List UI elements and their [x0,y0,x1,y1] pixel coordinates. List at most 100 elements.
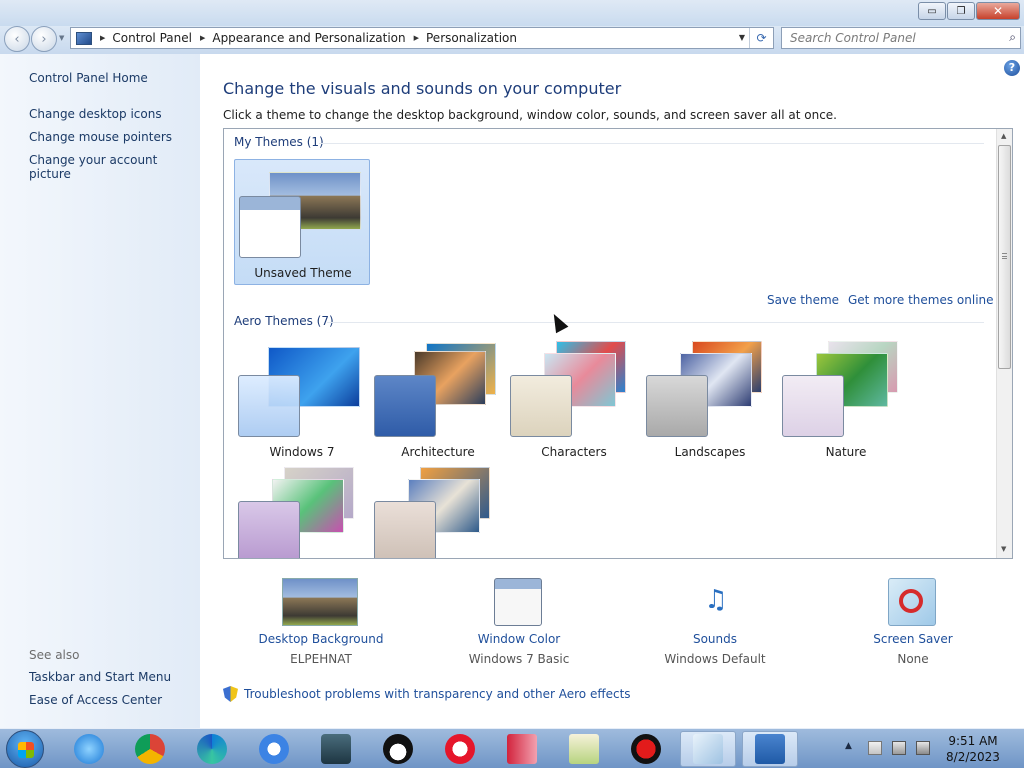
linux-penguin-icon[interactable] [370,731,426,767]
control-panel-home-link[interactable]: Control Panel Home [29,71,148,85]
theme-aero-6[interactable] [234,465,370,558]
windows-logo-icon [18,742,34,758]
edge-icon[interactable] [184,731,240,767]
title-bar: ▭ ❐ ✕ [0,0,1024,26]
breadcrumb-arrow-icon[interactable]: ▶ [414,34,419,42]
search-input[interactable]: Search Control Panel ⌕ [781,27,1021,49]
window-color-link[interactable]: Window Color [419,632,619,646]
navigation-bar: ‹ › ▼ ▶ Control Panel ▶ Appearance and P… [0,26,1024,54]
save-theme-link[interactable]: Save theme [767,293,839,307]
volume-muted-icon[interactable] [916,741,930,755]
taskbar-start-menu-link[interactable]: Taskbar and Start Menu [29,670,171,684]
screen-saver-icon[interactable] [888,578,936,626]
change-desktop-icons-link[interactable]: Change desktop icons [29,107,162,121]
section-divider [319,143,984,144]
page-title: Change the visuals and sounds on your co… [223,79,622,98]
refresh-icon[interactable]: ⟳ [749,28,773,48]
back-button[interactable]: ‹ [4,26,30,52]
breadcrumb-arrow-icon[interactable]: ▶ [100,34,105,42]
chrome-alt-icon[interactable] [246,731,302,767]
sounds-link[interactable]: Sounds [615,632,815,646]
aero-themes-header: Aero Themes (7) [234,314,334,328]
breadcrumb-appearance[interactable]: Appearance and Personalization [212,31,405,45]
clock[interactable]: 9:51 AM 8/2/2023 [942,733,1004,765]
ease-of-access-link[interactable]: Ease of Access Center [29,693,162,707]
close-button[interactable]: ✕ [976,2,1020,20]
window-color-swatch [374,501,436,558]
window-color-swatch [238,375,300,437]
breadcrumb-personalization[interactable]: Personalization [426,31,517,45]
network-status-icon[interactable] [892,741,906,755]
network-tool-icon[interactable] [308,731,364,767]
chrome-icon[interactable] [122,731,178,767]
maximize-button[interactable]: ❐ [947,2,975,20]
scroll-down-icon[interactable]: ▼ [1001,545,1006,553]
address-bar[interactable]: ▶ Control Panel ▶ Appearance and Persona… [70,27,774,49]
address-dropdown-icon[interactable]: ▼ [739,33,745,42]
recent-pages-dropdown[interactable]: ▼ [59,34,64,42]
start-button[interactable] [6,730,44,768]
clock-date: 8/2/2023 [946,750,1000,764]
window-controls: ▭ ❐ ✕ [917,2,1020,20]
scroll-thumb[interactable] [998,145,1011,369]
chart-tool-icon[interactable] [556,731,612,767]
shield-icon [223,686,238,702]
control-panel-taskbar-icon[interactable] [742,731,798,767]
screen-saver-value: None [897,652,929,666]
elephant-picture-icon[interactable] [282,578,358,626]
show-hidden-icons-icon[interactable]: ▲ [845,741,859,755]
none-icon [899,589,923,613]
breadcrumb-control-panel[interactable]: Control Panel [112,31,192,45]
window-color-swatch [782,375,844,437]
theme-label: Landscapes [674,445,746,459]
theme-characters[interactable]: Characters [506,339,642,465]
help-icon[interactable]: ? [1004,60,1020,76]
notepad-icon[interactable] [680,731,736,767]
search-placeholder: Search Control Panel [790,31,916,45]
window-color-swatch [239,196,301,258]
change-account-picture-link[interactable]: Change your account picture [29,153,200,181]
clock-time: 9:51 AM [948,734,998,748]
theme-windows-7[interactable]: Windows 7 [234,339,370,465]
theme-label: Windows 7 [269,445,335,459]
minimize-button[interactable]: ▭ [918,2,946,20]
theme-label: Unsaved Theme [254,266,352,280]
sidebar: Control Panel Home Change desktop icons … [0,54,200,728]
search-icon[interactable]: ⌕ [1009,30,1016,45]
window-color-swatch [646,375,708,437]
theme-label: Nature [825,445,867,459]
theme-unsaved[interactable]: Unsaved Theme [234,159,370,285]
theme-architecture[interactable]: Architecture [370,339,506,465]
window-color-value: Windows 7 Basic [468,652,570,666]
theme-label: Architecture [401,445,475,459]
breadcrumb-arrow-icon[interactable]: ▶ [200,34,205,42]
section-divider [327,322,984,323]
main-content: ? Change the visuals and sounds on your … [200,54,1024,728]
action-center-icon[interactable] [868,741,882,755]
forward-button[interactable]: › [31,26,57,52]
theme-list[interactable]: My Themes (1) Unsaved Theme Save theme G… [223,128,1013,559]
troubleshoot-label: Troubleshoot problems with transparency … [244,687,631,701]
desktop-background-link[interactable]: Desktop Background [221,632,421,646]
theme-scrollbar[interactable]: ▲ ▼ [996,129,1012,558]
internet-explorer-icon[interactable] [61,731,117,767]
my-themes-header: My Themes (1) [234,135,324,149]
window-color-swatch [238,501,300,558]
troubleshoot-link[interactable]: Troubleshoot problems with transparency … [223,686,631,702]
screen-saver-link[interactable]: Screen Saver [813,632,1013,646]
record-icon[interactable] [618,731,674,767]
theme-nature[interactable]: Nature [778,339,914,465]
theme-label: Characters [541,445,607,459]
scroll-up-icon[interactable]: ▲ [1001,132,1006,140]
opera-icon[interactable] [432,731,488,767]
theme-aero-7[interactable] [370,465,506,558]
music-notes-icon[interactable]: ♫ [690,578,742,626]
desktop-background-value: ELPEHNAT [290,652,352,666]
sounds-value: Windows Default [664,652,766,666]
text-tool-icon[interactable] [494,731,550,767]
get-more-themes-link[interactable]: Get more themes online [848,293,994,307]
page-subtitle: Click a theme to change the desktop back… [223,108,837,122]
window-color-icon[interactable] [494,578,542,626]
theme-landscapes[interactable]: Landscapes [642,339,778,465]
change-mouse-pointers-link[interactable]: Change mouse pointers [29,130,172,144]
